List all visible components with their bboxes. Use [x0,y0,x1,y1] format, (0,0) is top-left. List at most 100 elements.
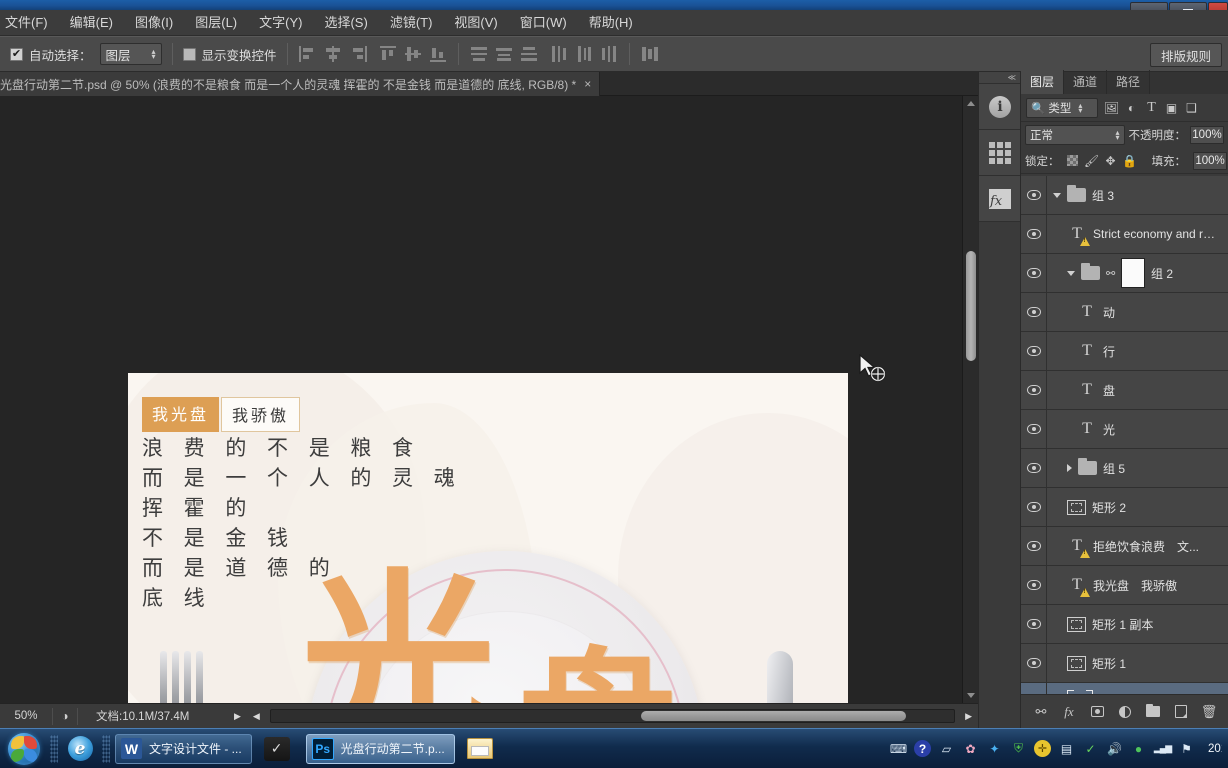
chevron-right-icon[interactable] [1067,464,1072,472]
layer-visibility-toggle[interactable] [1021,527,1047,565]
layer-visibility-toggle[interactable] [1021,605,1047,643]
menu-edit[interactable]: 编辑(E) [59,11,124,35]
taskbar-clock[interactable]: 201 [1202,743,1222,755]
align-bottom-edges-icon[interactable] [428,44,448,64]
sync-ok-icon[interactable]: ✓ [1082,740,1099,757]
styles-panel-button[interactable]: fx [979,176,1021,222]
hscroll-right-arrow-icon[interactable]: ▶ [959,711,978,722]
close-icon[interactable]: × [584,77,591,91]
table-row[interactable]: T 拒绝饮食浪费 文... [1021,527,1228,566]
lock-image-pixels-icon[interactable]: 🖌 [1084,154,1099,168]
link-layers-button[interactable]: ⚯ [1031,702,1051,722]
preview-options-icon[interactable]: ◑ [53,709,77,723]
image-filter-icon[interactable]: 🖼 [1104,100,1119,115]
align-right-edges-icon[interactable] [348,44,368,64]
word-task[interactable]: W 文字设计文件 - ... [115,733,252,764]
canvas-vertical-scrollbar[interactable] [962,96,978,703]
layer-mask-thumbnail[interactable] [1121,258,1145,288]
table-row[interactable]: T 盘 [1021,371,1228,410]
menu-layer[interactable]: 图层(L) [184,11,248,35]
new-group-button[interactable] [1143,702,1163,722]
flower-icon[interactable]: ✿ [962,740,979,757]
align-left-edges-icon[interactable] [298,44,318,64]
align-top-edges-icon[interactable] [378,44,398,64]
network-signal-icon[interactable]: ▂▄▆ [1154,740,1172,757]
lock-all-icon[interactable]: 🔒 [1122,154,1137,168]
table-row[interactable]: T 我光盘 我骄傲 [1021,566,1228,605]
distribute-bottom-edges-icon[interactable] [519,44,539,64]
quick-launch-ie[interactable]: e [60,736,100,761]
layer-visibility-toggle[interactable] [1021,254,1047,292]
filter-type-dropdown[interactable]: 🔍 类型 ▴ ▾ [1026,97,1098,118]
security-shield-icon[interactable]: ⛨ [1010,740,1027,757]
poster-artboard[interactable]: 光 盘 我光盘 我骄傲 浪 费 的 不 是 粮 食 而 是 一 个 人 的 灵 [128,373,848,703]
tab-layers[interactable]: 图层 [1021,70,1065,94]
volume-icon[interactable]: 🔊 [1106,740,1123,757]
menu-file[interactable]: 文件(F) [0,11,59,35]
layer-visibility-toggle[interactable] [1021,644,1047,682]
tab-paths[interactable]: 路径 [1107,70,1151,94]
chevron-down-icon[interactable] [1067,270,1075,276]
menu-filter[interactable]: 滤镜(T) [379,11,444,35]
table-row[interactable]: T 光 [1021,410,1228,449]
blend-mode-dropdown[interactable]: 正常 ▴ ▾ [1025,125,1125,145]
menu-type[interactable]: 文字(Y) [248,11,313,35]
table-row[interactable]: T 行 [1021,332,1228,371]
show-transform-checkbox[interactable] [182,47,196,61]
dock-expand-handle[interactable]: ≪ [979,72,1020,84]
lock-transparent-pixels-icon[interactable] [1066,154,1078,168]
text-filter-icon[interactable]: T [1144,100,1159,115]
clipboard-icon[interactable]: ▤ [1058,740,1075,757]
layer-visibility-toggle[interactable] [1021,332,1047,370]
table-row[interactable]: ⚯ 组 2 [1021,254,1228,293]
menu-image[interactable]: 图像(I) [124,11,184,35]
tab-channels[interactable]: 通道 [1064,70,1108,94]
layer-visibility-toggle[interactable] [1021,215,1047,253]
table-row[interactable]: T 浪费的不是粮食 而... [1021,683,1228,694]
distribute-horizontal-centers-icon[interactable] [574,44,594,64]
scroll-down-icon[interactable] [967,693,975,698]
explorer-task[interactable] [461,734,503,764]
table-row[interactable]: 组 3 [1021,176,1228,215]
layer-visibility-toggle[interactable] [1021,293,1047,331]
align-vertical-centers-icon[interactable] [403,44,423,64]
hscroll-left-arrow-icon[interactable]: ◀ [247,711,266,722]
info-panel-button[interactable]: i [979,84,1021,130]
layer-visibility-toggle[interactable] [1021,683,1047,694]
auto-select-scope-dropdown[interactable]: 图层 ▴ ▾ [99,43,162,65]
menu-select[interactable]: 选择(S) [313,11,378,35]
layer-visibility-toggle[interactable] [1021,488,1047,526]
distribute-top-edges-icon[interactable] [469,44,489,64]
vertical-scroll-thumb[interactable] [966,251,976,361]
layer-style-button[interactable]: fx [1059,702,1079,722]
layer-visibility-toggle[interactable] [1021,410,1047,448]
action-flag-icon[interactable]: ⚑ [1178,740,1195,757]
horizontal-scroll-thumb[interactable] [640,711,906,721]
status-expand-icon[interactable]: ▶ [228,711,247,722]
adjustment-filter-icon[interactable]: ◐ [1124,100,1139,115]
lock-position-icon[interactable]: ✥ [1106,154,1116,168]
document-tab[interactable]: 光盘行动第二节.psd @ 50% (浪费的不是粮食 而是一个人的灵魂 挥霍的 … [0,72,601,96]
table-row[interactable]: 组 5 [1021,449,1228,488]
canvas-horizontal-scrollbar[interactable] [269,709,956,723]
chevron-down-icon[interactable] [1053,192,1061,198]
photoshop-task[interactable]: Ps 光盘行动第二节.p... [305,733,455,764]
update-plus-icon[interactable]: ✛ [1034,740,1051,757]
auto-select-checkbox[interactable]: ✔ [10,47,23,61]
layer-list[interactable]: 组 3 T Strict economy and re... ⚯ 组 2 [1021,176,1228,694]
smartobject-filter-icon[interactable]: ❑ [1184,100,1199,115]
distribute-left-edges-icon[interactable] [549,44,569,64]
bluetooth-icon[interactable]: ✦ [986,740,1003,757]
distribute-vertical-centers-icon[interactable] [494,44,514,64]
table-row[interactable]: 矩形 1 副本 [1021,605,1228,644]
keyboard-icon[interactable]: ⌨ [890,740,907,757]
workspace-switcher-button[interactable]: 排版规则 [1149,43,1222,67]
show-hidden-icons-icon[interactable]: ▱ [938,740,955,757]
delete-layer-button[interactable]: 🗑 [1199,702,1219,722]
shape-filter-icon[interactable]: ▣ [1164,100,1179,115]
table-row[interactable]: T 动 [1021,293,1228,332]
adjustment-layer-button[interactable] [1115,702,1135,722]
layer-visibility-toggle[interactable] [1021,566,1047,604]
menu-help[interactable]: 帮助(H) [578,11,644,35]
add-mask-button[interactable] [1087,702,1107,722]
